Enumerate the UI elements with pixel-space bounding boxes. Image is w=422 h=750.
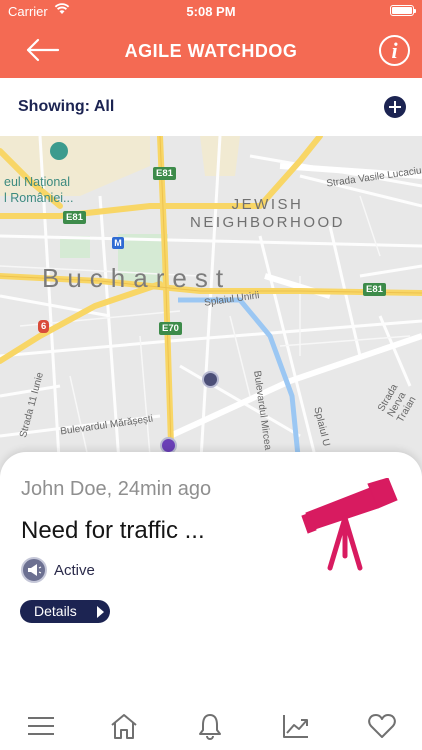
metro-icon: M [112, 237, 124, 249]
menu-icon[interactable] [26, 712, 56, 740]
app-header: Carrier 5:08 PM AGILE WATCHDOG i [0, 0, 422, 78]
filter-bar: Showing: All [0, 78, 422, 136]
museum-pin-icon[interactable] [50, 142, 68, 160]
page-title: AGILE WATCHDOG [124, 41, 298, 61]
bell-icon[interactable] [195, 712, 225, 740]
details-button[interactable]: Details [20, 600, 110, 623]
filter-label[interactable]: Showing: All [18, 98, 114, 116]
incident-pin-icon[interactable] [202, 371, 219, 388]
chevron-right-icon [97, 606, 104, 618]
incident-status: Active [54, 562, 95, 579]
heart-icon[interactable] [367, 712, 397, 740]
tab-bar [0, 702, 422, 750]
route-shield-e81: E81 [63, 211, 86, 224]
incident-author-time: John Doe, 24min ago [21, 478, 212, 500]
trend-chart-icon[interactable] [281, 712, 311, 740]
battery-icon [390, 5, 416, 16]
status-bar: Carrier 5:08 PM [0, 0, 422, 22]
route-shield-6: 6 [38, 320, 50, 333]
info-icon[interactable]: i [379, 35, 410, 66]
telescope-icon [301, 478, 398, 571]
route-shield-e81: E81 [153, 167, 176, 180]
incident-title[interactable]: Need for traffic ... [21, 517, 205, 545]
details-button-label: Details [34, 603, 77, 619]
route-shield-e81: E81 [363, 283, 386, 296]
map-view[interactable]: eul Național l României... JEWISH NEIGHB… [0, 136, 422, 476]
plus-circle-icon[interactable] [384, 96, 406, 118]
route-shield-e70: E70 [159, 322, 182, 335]
map-canvas [0, 136, 422, 476]
clock: 5:08 PM [186, 4, 236, 19]
megaphone-icon [21, 557, 47, 583]
home-icon[interactable] [109, 712, 139, 740]
